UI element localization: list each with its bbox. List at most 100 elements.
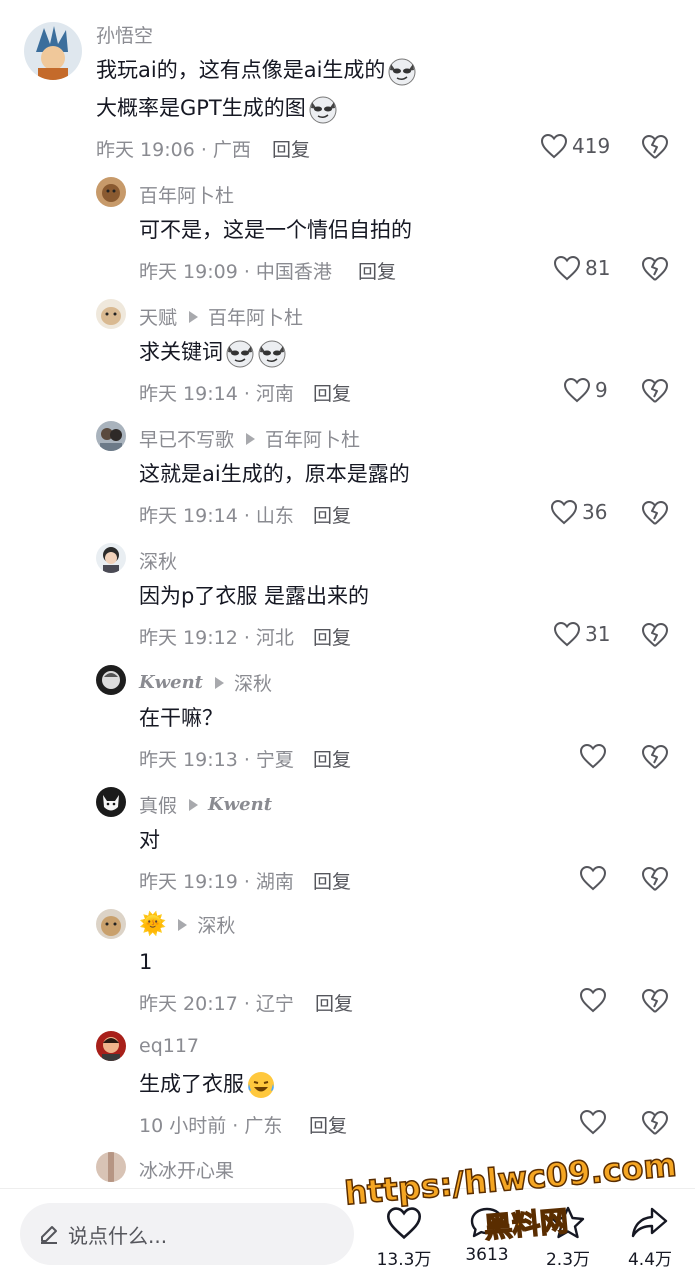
- share-action[interactable]: 4.4万: [610, 1203, 690, 1270]
- comment-text: 在干嘛？: [139, 700, 223, 736]
- favorite-count: 2.3万: [545, 1250, 591, 1270]
- username-text[interactable]: 🌞: [139, 912, 166, 937]
- username-text[interactable]: 深秋: [139, 547, 177, 574]
- comment-action[interactable]: 3613: [447, 1203, 527, 1265]
- avatar[interactable]: [96, 299, 126, 329]
- reply-to-username[interactable]: Kwent: [208, 794, 272, 815]
- comment-username[interactable]: Kwent 深秋: [139, 669, 272, 696]
- avatar[interactable]: [96, 177, 126, 207]
- comment-meta: 昨天 19:06 · 广西: [96, 135, 251, 162]
- comment-username[interactable]: 冰冰开心果: [139, 1156, 234, 1183]
- comment-line: 对: [139, 828, 160, 852]
- dislike-broken-heart-icon[interactable]: [641, 134, 669, 160]
- comment-meta: 昨天 19:14 · 河南: [139, 379, 294, 406]
- dislike-broken-heart-icon[interactable]: [641, 744, 669, 770]
- reply-button[interactable]: 回复: [358, 257, 396, 284]
- comment-line: 可不是，这是一个情侣自拍的: [139, 218, 412, 242]
- avatar[interactable]: [96, 665, 126, 695]
- dislike-broken-heart-icon[interactable]: [641, 256, 669, 282]
- laugh-cry-emoji-icon: [248, 1072, 274, 1098]
- comment-time-location: 昨天 19:14 · 河南: [139, 383, 294, 405]
- reply-to-arrow-icon: [189, 798, 199, 811]
- username-text[interactable]: 冰冰开心果: [139, 1156, 234, 1183]
- reply-button[interactable]: 回复: [309, 1111, 347, 1138]
- reply-to-arrow-icon: [246, 432, 256, 445]
- username-text[interactable]: 真假: [139, 791, 177, 818]
- heart-icon: [386, 1207, 422, 1240]
- reply-button[interactable]: 回复: [313, 379, 351, 406]
- comment-meta: 昨天 19:14 · 山东: [139, 501, 294, 528]
- reply-to-username[interactable]: 百年阿卜杜: [208, 303, 303, 330]
- comment-line: 在干嘛？: [139, 706, 223, 730]
- comment-meta: 昨天 19:09 · 中国香港: [139, 257, 332, 284]
- smirk-dog-emoji-icon: [226, 340, 254, 368]
- avatar[interactable]: [96, 909, 126, 939]
- comment-username[interactable]: 深秋: [139, 547, 177, 574]
- avatar[interactable]: [96, 543, 126, 573]
- comment-username[interactable]: 🌞 深秋: [139, 911, 235, 938]
- like-button[interactable]: 419: [540, 133, 610, 159]
- reply-button[interactable]: 回复: [272, 135, 310, 162]
- comment-text: 对: [139, 822, 160, 858]
- reply-button[interactable]: 回复: [313, 501, 351, 528]
- like-button[interactable]: [579, 987, 607, 1013]
- reply-button[interactable]: 回复: [315, 989, 353, 1016]
- like-button[interactable]: 9: [563, 377, 608, 403]
- reply-button[interactable]: 回复: [313, 745, 351, 772]
- comment-username[interactable]: 天赋 百年阿卜杜: [139, 303, 303, 330]
- username-text[interactable]: 天赋: [139, 303, 177, 330]
- like-button[interactable]: 31: [553, 621, 610, 647]
- comment-username[interactable]: 早已不写歌 百年阿卜杜: [139, 425, 360, 452]
- like-button[interactable]: [579, 865, 607, 891]
- username-text[interactable]: 百年阿卜杜: [139, 181, 234, 208]
- dislike-broken-heart-icon[interactable]: [641, 1110, 669, 1136]
- like-button[interactable]: 81: [553, 255, 610, 281]
- username-text[interactable]: eq117: [139, 1035, 199, 1057]
- reply-button[interactable]: 回复: [313, 867, 351, 894]
- avatar[interactable]: [96, 421, 126, 451]
- avatar-image: [96, 665, 126, 695]
- dislike-broken-heart-icon[interactable]: [641, 378, 669, 404]
- heart-icon: [579, 743, 607, 769]
- avatar-image: [96, 299, 126, 329]
- dislike-broken-heart-icon[interactable]: [641, 500, 669, 526]
- dislike-broken-heart-icon[interactable]: [641, 622, 669, 648]
- favorite-action[interactable]: 2.3万: [528, 1203, 608, 1270]
- comment-username[interactable]: 百年阿卜杜: [139, 181, 234, 208]
- avatar[interactable]: [96, 1031, 126, 1061]
- reply-to-username[interactable]: 深秋: [197, 911, 235, 938]
- like-button[interactable]: [579, 1109, 607, 1135]
- comment-time-location: 昨天 19:12 · 河北: [139, 627, 294, 649]
- like-action[interactable]: 13.3万: [364, 1203, 444, 1270]
- comment-meta: 昨天 19:13 · 宁夏: [139, 745, 294, 772]
- like-count: 419: [572, 134, 611, 158]
- dislike-broken-heart-icon[interactable]: [641, 866, 669, 892]
- comment-line: 这就是ai生成的，原本是露的: [139, 462, 410, 486]
- comment-time-location: 昨天 19:06 · 广西: [96, 139, 251, 161]
- comment-username[interactable]: eq117: [139, 1035, 199, 1057]
- reply-to-username[interactable]: 百年阿卜杜: [265, 425, 360, 452]
- bottom-action-bar: 说点什么... 13.3万 3613 2.3万 4.4万: [0, 1188, 695, 1280]
- heart-icon: [553, 255, 581, 281]
- avatar[interactable]: [24, 22, 82, 80]
- comment-input[interactable]: 说点什么...: [20, 1203, 354, 1265]
- avatar[interactable]: [96, 787, 126, 817]
- username-text[interactable]: 孙悟空: [96, 21, 153, 48]
- comment-username[interactable]: 真假 Kwent: [139, 791, 272, 818]
- username-text[interactable]: Kwent: [139, 672, 203, 693]
- comment-username[interactable]: 孙悟空: [96, 21, 153, 48]
- comment-text: 这就是ai生成的，原本是露的: [139, 456, 410, 492]
- comment-text: 可不是，这是一个情侣自拍的: [139, 212, 412, 248]
- avatar[interactable]: [96, 1152, 126, 1182]
- reply-button[interactable]: 回复: [313, 623, 351, 650]
- reply-to-arrow-icon: [215, 676, 224, 689]
- avatar-image: [96, 787, 126, 817]
- comment-time-location: 昨天 19:19 · 湖南: [139, 871, 294, 893]
- comment-meta: 10 小时前 · 广东: [139, 1111, 282, 1138]
- like-button[interactable]: [579, 743, 607, 769]
- avatar-image: [96, 543, 126, 573]
- username-text[interactable]: 早已不写歌: [139, 425, 234, 452]
- dislike-broken-heart-icon[interactable]: [641, 988, 669, 1014]
- like-button[interactable]: 36: [550, 499, 607, 525]
- reply-to-username[interactable]: 深秋: [234, 669, 272, 696]
